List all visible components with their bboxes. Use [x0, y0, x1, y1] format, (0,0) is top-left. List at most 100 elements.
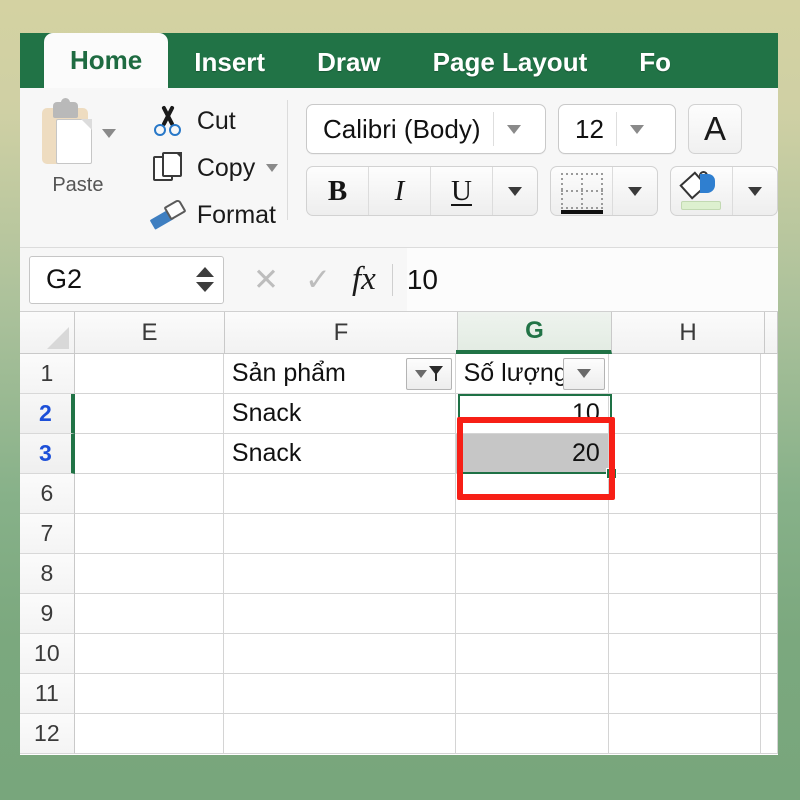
name-box[interactable]: G2	[29, 255, 224, 304]
row-header-11[interactable]: 11	[20, 674, 75, 714]
cell-g12[interactable]	[455, 714, 609, 754]
cell-e6[interactable]	[74, 474, 224, 514]
grow-font-button[interactable]: A	[688, 104, 742, 154]
column-header-e[interactable]: E	[75, 312, 225, 354]
borders-chevron-down-icon[interactable]	[613, 167, 657, 215]
cell-e11[interactable]	[74, 674, 224, 714]
cell-h2[interactable]	[608, 394, 761, 434]
cell-f11[interactable]	[223, 674, 456, 714]
cell-h10[interactable]	[608, 634, 761, 674]
cell-f7[interactable]	[223, 514, 456, 554]
filter-button-g1[interactable]	[562, 357, 605, 390]
cut-button[interactable]: Cut	[150, 102, 287, 140]
column-header-overflow[interactable]	[765, 312, 778, 354]
cell-f3[interactable]: Snack	[223, 434, 456, 474]
cell-f8[interactable]	[223, 554, 456, 594]
row-header-9[interactable]: 9	[20, 594, 75, 634]
fill-color-button[interactable]	[671, 167, 733, 215]
tab-draw[interactable]: Draw	[291, 49, 407, 88]
cell-i11[interactable]	[761, 674, 778, 714]
cell-g3[interactable]: 20	[455, 434, 609, 474]
cell-i1[interactable]	[761, 354, 778, 394]
cell-g6[interactable]	[455, 474, 609, 514]
cell-i8[interactable]	[761, 554, 778, 594]
row-header-3[interactable]: 3	[20, 434, 75, 474]
cell-e1[interactable]	[74, 354, 224, 394]
cell-h7[interactable]	[608, 514, 761, 554]
row-header-12[interactable]: 12	[20, 714, 75, 754]
cell-g1[interactable]: Số lượng	[455, 350, 609, 394]
cell-g7[interactable]	[455, 514, 609, 554]
row-header-6[interactable]: 6	[20, 474, 75, 514]
row-header-2[interactable]: 2	[20, 394, 75, 434]
cell-g9[interactable]	[455, 594, 609, 634]
bold-button[interactable]: B	[307, 167, 369, 215]
cell-i9[interactable]	[761, 594, 778, 634]
copy-button[interactable]: Copy	[150, 149, 287, 187]
cell-h8[interactable]	[608, 554, 761, 594]
copy-chevron-down-icon[interactable]	[266, 164, 279, 172]
tab-formulas[interactable]: Fo	[613, 49, 697, 88]
cell-e3[interactable]	[74, 434, 224, 474]
select-all-corner[interactable]	[20, 312, 75, 354]
cell-i6[interactable]	[761, 474, 778, 514]
cell-e2[interactable]	[74, 394, 224, 434]
underline-button[interactable]: U	[431, 167, 493, 215]
tab-page-layout[interactable]: Page Layout	[407, 49, 614, 88]
cell-f12[interactable]	[223, 714, 456, 754]
row-header-7[interactable]: 7	[20, 514, 75, 554]
cell-f6[interactable]	[223, 474, 456, 514]
filter-button-f1[interactable]	[405, 357, 452, 390]
row-header-10[interactable]: 10	[20, 634, 75, 674]
row-header-1[interactable]: 1	[20, 354, 75, 394]
font-name-chevron-down-icon[interactable]	[494, 124, 534, 134]
cell-h3[interactable]	[608, 434, 761, 474]
cell-f9[interactable]	[223, 594, 456, 634]
cell-h1[interactable]	[608, 354, 761, 394]
cell-f10[interactable]	[223, 634, 456, 674]
cell-f1[interactable]: Sản phẩm	[223, 354, 456, 394]
cell-h6[interactable]	[608, 474, 761, 514]
cell-i10[interactable]	[761, 634, 778, 674]
fx-icon[interactable]: fx	[352, 261, 376, 298]
clipboard-icon[interactable]	[40, 98, 96, 166]
italic-button[interactable]: I	[369, 167, 431, 215]
spinner-arrows-icon[interactable]	[196, 267, 214, 292]
cell-e9[interactable]	[74, 594, 224, 634]
cell-e7[interactable]	[74, 514, 224, 554]
cell-f2[interactable]: Snack	[223, 394, 456, 434]
cell-g11[interactable]	[455, 674, 609, 714]
column-header-g[interactable]: G	[458, 312, 612, 354]
tab-insert[interactable]: Insert	[168, 49, 291, 88]
enter-check-icon[interactable]: ✓	[294, 256, 342, 304]
cell-i2[interactable]	[761, 394, 778, 434]
table-row: 6	[20, 474, 778, 514]
font-size-chevron-down-icon[interactable]	[617, 124, 657, 134]
formula-input[interactable]: 10	[406, 248, 778, 311]
font-size-combobox[interactable]: 12	[558, 104, 676, 154]
cell-g2[interactable]: 10	[455, 394, 609, 434]
font-name-combobox[interactable]: Calibri (Body)	[306, 104, 546, 154]
cell-h11[interactable]	[608, 674, 761, 714]
column-header-h[interactable]: H	[612, 312, 765, 354]
cell-g8[interactable]	[455, 554, 609, 594]
cell-e8[interactable]	[74, 554, 224, 594]
borders-button[interactable]	[551, 167, 613, 215]
cell-i3[interactable]	[761, 434, 778, 474]
paste-chevron-down-icon[interactable]	[101, 128, 116, 138]
cell-i7[interactable]	[761, 514, 778, 554]
tab-home[interactable]: Home	[44, 33, 169, 88]
underline-chevron-down-icon[interactable]	[493, 167, 537, 215]
cell-e10[interactable]	[74, 634, 224, 674]
cell-i12[interactable]	[761, 714, 778, 754]
format-painter-button[interactable]: Format	[149, 196, 287, 234]
cell-h12[interactable]	[608, 714, 761, 754]
cell-h9[interactable]	[608, 594, 761, 634]
cell-g10[interactable]	[455, 634, 609, 674]
cell-e12[interactable]	[74, 714, 224, 754]
row-header-8[interactable]: 8	[20, 554, 75, 594]
fill-color-chevron-down-icon[interactable]	[733, 167, 777, 215]
cancel-x-icon[interactable]: ✕	[242, 256, 290, 304]
column-header-f[interactable]: F	[225, 312, 458, 354]
paste-label[interactable]: Paste	[52, 174, 103, 197]
